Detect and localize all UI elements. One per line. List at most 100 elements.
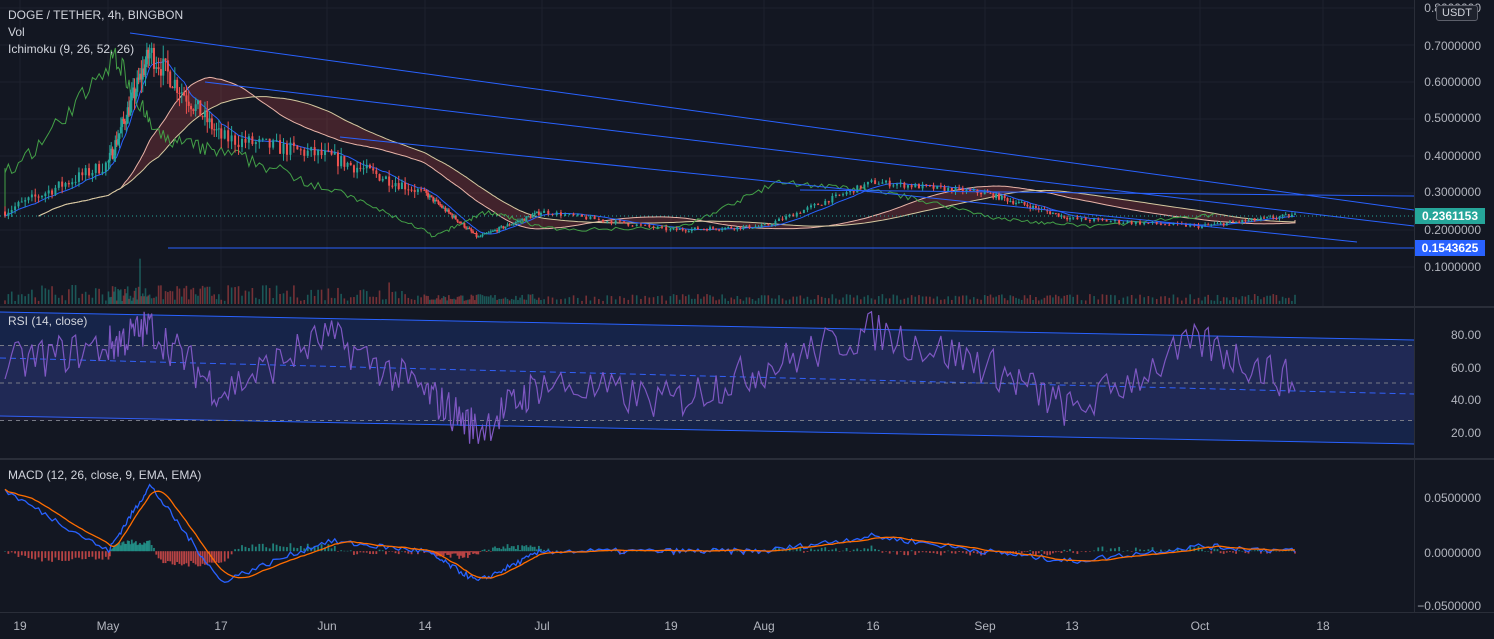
currency-button[interactable]: USDT [1436,5,1478,21]
price-axis[interactable]: 0.8000000 0.7000000 0.6000000 0.5000000 … [1414,0,1494,306]
volume-bar [863,296,866,304]
volume-bar [423,294,426,304]
macd-axis[interactable]: 0.0500000 0.0000000 −0.0500000 [1414,460,1494,613]
macd-histogram-bar [535,549,538,552]
volume-bar [78,297,80,304]
candle-body [437,200,440,204]
candle-body [84,168,87,176]
indicator-volume[interactable]: Vol [8,24,183,41]
candle-body [442,207,445,209]
volume-bar [914,296,917,304]
macd-histogram-bar [1250,550,1253,552]
macd-histogram-bar [870,545,873,552]
indicator-ichimoku[interactable]: Ichimoku (9, 26, 52, 26) [8,41,183,58]
volume-bar [183,288,185,304]
volume-bar [785,300,787,304]
macd-histogram-bar [391,551,394,552]
candle-body [465,227,468,229]
candle-body [543,210,546,213]
macd-histogram-bar [466,551,469,558]
candle-body [1097,218,1100,220]
chart-title[interactable]: DOGE / TETHER, 4h, BINGBON [8,7,183,24]
price-tick: 0.5000000 [1424,111,1481,125]
candle-body [346,162,349,167]
macd-histogram-bar [831,549,834,552]
rsi-axis[interactable]: 80.00 60.00 40.00 20.00 [1414,308,1494,458]
volume-bar [125,293,128,304]
volume-bar [47,289,50,304]
last-price-tag: 0.2361153 [1415,208,1485,224]
macd-tick: 0.0500000 [1424,491,1481,505]
rsi-label[interactable]: RSI (14, close) [8,313,87,330]
volume-bar [473,300,476,304]
volume-bar [691,298,693,304]
candle-body [299,149,302,151]
candle-body [618,220,621,222]
volume-bar [143,296,145,304]
macd-histogram-bar [461,551,464,558]
macd-histogram-bar [356,551,359,555]
macd-histogram-bar [268,548,271,552]
volume-bar [771,298,773,304]
candle-body [333,152,336,155]
macd-histogram-bar [1126,550,1129,552]
candle-body [241,138,244,148]
candle-body [434,199,437,202]
volume-bar [568,297,571,304]
macd-histogram-bar [877,549,880,552]
macd-histogram-bar [1109,548,1112,552]
volume-bar [211,295,213,304]
candle-body [576,214,579,216]
macd-histogram-bar [333,545,336,552]
volume-bar [742,300,745,304]
macd-label[interactable]: MACD (12, 26, close, 9, EMA, EMA) [8,467,201,484]
macd-pane[interactable]: MACD (12, 26, close, 9, EMA, EMA) [0,460,1414,612]
rsi-pane[interactable]: RSI (14, close) [0,308,1414,458]
time-tick: Sep [974,619,996,633]
macd-histogram-bar [881,551,884,553]
macd-histogram-bar [385,551,387,555]
macd-histogram-bar [543,549,546,552]
price-pane[interactable]: DOGE / TETHER, 4h, BINGBON Vol Ichimoku … [0,0,1414,306]
macd-histogram-bar [1040,550,1043,552]
volume-bar [936,296,939,304]
volume-bar [1266,295,1268,304]
rsi-chart[interactable] [0,308,1414,458]
price-chart[interactable] [0,0,1414,306]
candle-body [1072,217,1075,219]
candle-body [885,180,888,183]
macd-histogram-bar [820,547,823,552]
time-axis[interactable]: 19 May 17 Jun 14 Jul 19 Aug 16 Sep 13 Oc… [0,612,1494,639]
candle-body [456,219,459,222]
candle-body [489,231,492,233]
candle-body [51,190,54,195]
candle-body [589,216,592,220]
candle-body [739,226,742,229]
macd-histogram-bar [1263,550,1265,552]
volume-bar [523,299,526,304]
volume-bar [947,296,949,304]
candle-body [614,220,617,224]
macd-histogram-bar [1032,551,1034,554]
volume-bar [513,299,515,304]
macd-histogram-bar [282,546,285,552]
candle-body [992,193,995,199]
volume-bar [972,297,975,304]
candle-body [155,67,158,69]
macd-chart[interactable] [0,460,1414,612]
candle-body [656,226,659,228]
candle-body [842,194,845,196]
volume-bar [1035,296,1037,304]
macd-histogram-bar [1029,550,1032,552]
volume-bar [593,296,596,304]
candle-body [757,226,760,228]
macd-histogram-bar [479,551,482,552]
macd-histogram-bar [37,551,40,558]
candle-body [289,142,292,155]
macd-histogram-bar [487,549,490,552]
candle-body [427,192,430,198]
macd-histogram-bar [1164,550,1166,552]
volume-bar [494,295,496,304]
volume-bar [856,295,859,304]
macd-histogram-bar [1069,549,1071,552]
